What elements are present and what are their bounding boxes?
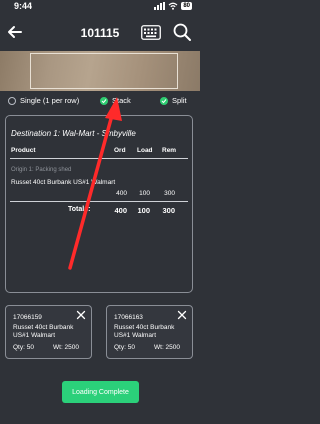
radio-single[interactable] <box>8 96 16 105</box>
pallet-product: Russet 40ct Burbank US#1 Walmart <box>13 324 74 339</box>
pallet-card[interactable]: 17066159 Russet 40ct Burbank US#1 Walmar… <box>5 305 92 359</box>
total-rem: 300 <box>162 206 175 215</box>
mode-split[interactable]: Split <box>160 96 187 105</box>
row-ord: 400 <box>116 190 127 197</box>
total-ord: 400 <box>114 206 127 215</box>
check-icon <box>161 98 167 103</box>
search-icon[interactable] <box>172 22 192 42</box>
pallet-card[interactable]: 17066163 Russet 40ct Burbank US#1 Walmar… <box>106 305 193 359</box>
loading-complete-button[interactable]: Loading Complete <box>62 381 139 403</box>
destination-title: Destination 1: Wal-Mart - Smbyville <box>11 129 136 138</box>
pallet-weight: Wt: 2500 <box>154 344 181 351</box>
order-panel: Destination 1: Wal-Mart - Smbyville Prod… <box>5 115 193 293</box>
radio-stack[interactable] <box>100 96 108 105</box>
page-title: 101115 <box>80 26 120 40</box>
check-icon <box>101 98 107 103</box>
pallet-id: 17066163 <box>114 314 143 321</box>
pallet-qty: Qty: 50 <box>13 344 34 351</box>
mode-selector: Single (1 per row) Stack Split <box>0 96 200 110</box>
mode-single[interactable]: Single (1 per row) <box>8 96 79 105</box>
mode-stack-label: Stack <box>112 96 131 105</box>
status-bar: 9:44 80 <box>0 0 200 14</box>
total-load: 100 <box>137 206 150 215</box>
mode-split-label: Split <box>172 96 187 105</box>
status-icons: 80 <box>154 2 192 10</box>
product-name[interactable]: Russet 40ct Burbank US#1 Walmart <box>11 179 115 186</box>
keyboard-icon[interactable] <box>141 25 161 40</box>
column-header-rem: Rem <box>162 147 177 154</box>
column-header-ord: Ord <box>114 147 126 154</box>
signal-icon <box>154 2 166 10</box>
header-divider <box>10 158 188 159</box>
totals-label: Totals: <box>68 206 91 213</box>
battery-icon: 80 <box>181 2 192 10</box>
pallet-id: 17066159 <box>13 314 42 321</box>
wifi-icon <box>168 2 178 10</box>
mode-single-label: Single (1 per row) <box>20 96 80 105</box>
scan-frame <box>30 53 178 89</box>
app-header: 101115 <box>0 18 200 48</box>
radio-split[interactable] <box>160 96 168 105</box>
column-header-product: Product <box>11 147 36 154</box>
origin-label: Origin 1: Packing shed <box>11 167 72 173</box>
close-icon[interactable] <box>177 310 187 320</box>
column-header-load: Load <box>137 147 153 154</box>
pallet-qty: Qty: 50 <box>114 344 135 351</box>
barcode-camera-view[interactable] <box>0 51 200 91</box>
pallet-weight: Wt: 2500 <box>53 344 80 351</box>
close-icon[interactable] <box>76 310 86 320</box>
row-load: 100 <box>139 190 150 197</box>
mode-stack[interactable]: Stack <box>100 96 131 105</box>
row-rem: 300 <box>164 190 175 197</box>
totals-divider <box>10 201 188 202</box>
status-time: 9:44 <box>14 1 33 11</box>
pallet-product: Russet 40ct Burbank US#1 Walmart <box>114 324 175 339</box>
back-arrow-icon[interactable] <box>5 22 25 42</box>
